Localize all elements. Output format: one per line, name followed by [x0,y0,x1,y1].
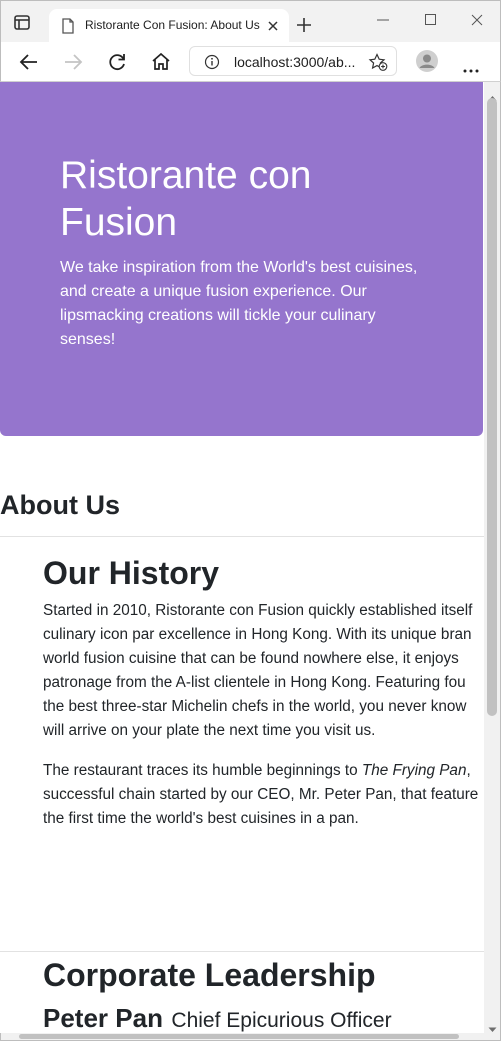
leader-entry: Peter Pan Chief Epicurious Officer [43,998,392,1033]
maximize-icon[interactable] [425,11,437,30]
minimize-icon[interactable] [377,15,389,34]
close-window-icon[interactable] [471,11,483,30]
address-text: localhost:3000/ab... [234,54,356,70]
history-line: culinary icon par excellence in Hong Kon… [43,626,472,643]
divider [0,951,484,952]
tab-title: Ristorante Con Fusion: About Us [85,18,260,32]
tab-bar: Ristorante Con Fusion: About Us [0,0,501,43]
history-line: world fusion cuisine that can be found n… [43,650,459,667]
history-heading: Our History [43,555,220,591]
history-line: Started in 2010, Ristorante con Fusion q… [43,602,473,619]
history-line: patronage from the A-list clientele in H… [43,674,466,691]
vertical-scrollbar[interactable] [484,82,501,1033]
page-icon [61,18,75,38]
horizontal-scrollbar[interactable] [0,1033,501,1041]
page-title: About Us [0,490,120,520]
origins-paragraph: The restaurant traces its humble beginni… [43,759,484,831]
frying-pan-name: The Frying Pan [361,762,467,779]
browser-toolbar: localhost:3000/ab... [0,42,501,82]
page-viewport: Ristorante con Fusion We take inspiratio… [0,82,484,1033]
jumbotron-title: Ristorante con Fusion [60,154,312,244]
history-line: the best three-star Michelin chefs in th… [43,698,467,715]
site-info-icon[interactable] [204,54,220,74]
divider [0,536,484,537]
forward-arrow-icon[interactable] [61,50,85,74]
horizontal-scroll-thumb[interactable] [19,1034,459,1039]
more-options-icon[interactable] [463,58,479,77]
refresh-icon[interactable] [105,50,129,74]
origins-line: the first time the world's best cuisines… [43,810,359,827]
origins-text-end: , [466,762,471,779]
origins-text-start: The restaurant traces its humble beginni… [43,762,362,779]
vertical-scroll-thumb[interactable] [487,98,497,716]
jumbotron-text: We take inspiration from the World's bes… [60,259,418,348]
browser-tab[interactable]: Ristorante Con Fusion: About Us [49,9,289,43]
back-arrow-icon[interactable] [17,50,41,74]
add-favorite-icon[interactable] [368,53,388,75]
new-tab-icon[interactable] [295,16,313,34]
profile-avatar-icon[interactable] [415,49,439,73]
history-line: will arrive on your plate the next time … [43,722,376,739]
history-paragraph: Started in 2010, Ristorante con Fusion q… [43,599,484,743]
address-bar[interactable]: localhost:3000/ab... [189,46,397,76]
origins-line: The restaurant traces its humble beginni… [43,759,484,783]
jumbotron: Ristorante con Fusion We take inspiratio… [0,82,483,436]
leadership-heading: Corporate Leadership [43,957,376,993]
origins-line: successful chain started by our CEO, Mr.… [43,786,479,803]
close-tab-icon[interactable] [265,18,281,34]
leader-role: Chief Epicurious Officer [171,1009,392,1032]
leader-name: Peter Pan [43,1003,163,1033]
home-icon[interactable] [149,50,173,74]
tab-actions-icon[interactable] [13,15,33,31]
